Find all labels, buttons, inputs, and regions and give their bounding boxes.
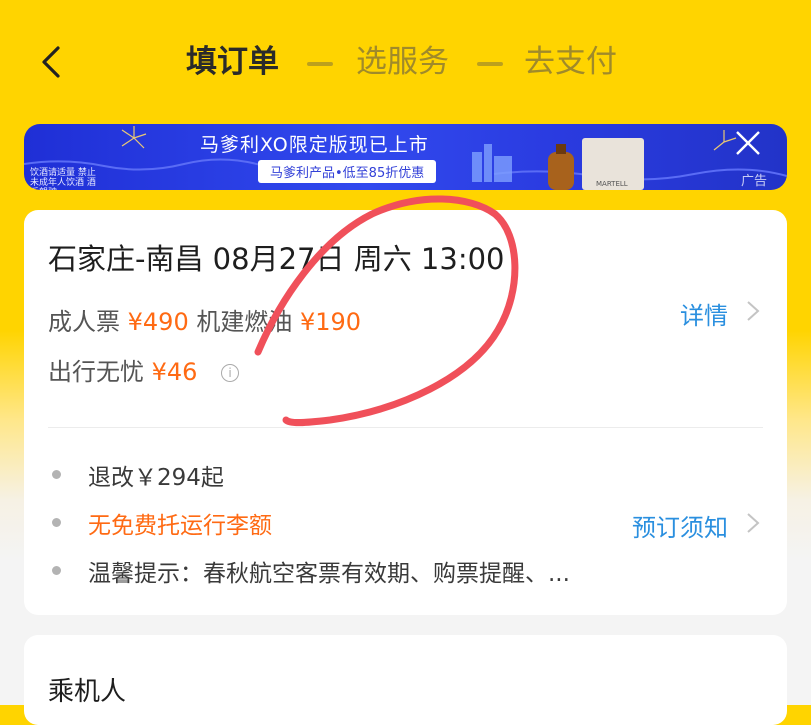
step-separator	[477, 62, 503, 66]
step-payment: 去支付	[524, 44, 617, 80]
flight-route: 石家庄-南昌 08月27日 周六 13:00	[48, 242, 505, 276]
chevron-right-icon[interactable]	[746, 512, 760, 534]
divider	[48, 427, 763, 428]
order-header: 填订单 选服务 去支付	[0, 20, 811, 104]
insurance-price: ¥46	[151, 358, 198, 386]
bullet-dot	[52, 518, 61, 527]
insurance-line: 出行无忧 ¥46 i	[48, 352, 240, 387]
tax-label: 机建燃油	[196, 308, 293, 336]
svg-text:MARTELL: MARTELL	[596, 180, 628, 188]
adult-ticket-label: 成人票	[48, 308, 120, 336]
adult-ticket-price: ¥490	[127, 308, 189, 336]
insurance-label: 出行无忧	[48, 358, 144, 386]
flight-info-card: 石家庄-南昌 08月27日 周六 13:00 成人票 ¥490 机建燃油 ¥19…	[24, 210, 787, 615]
ad-banner[interactable]: 饮酒请适量 禁止未成年人饮酒 酒后驾驶 马爹利XO限定版现已上市 马爹利产品•低…	[24, 124, 787, 190]
travel-tip: 温馨提示：春秋航空客票有效期、购票提醒、...	[88, 561, 570, 587]
step-fill-order: 填订单	[186, 44, 279, 80]
booking-notice-link[interactable]: 预订须知	[632, 508, 728, 543]
back-arrow-icon[interactable]	[34, 42, 74, 82]
detail-link[interactable]: 详情	[680, 296, 728, 331]
banner-promo: 马爹利产品•低至85折优惠	[258, 160, 437, 183]
banner-disclaimer: 饮酒请适量 禁止未成年人饮酒 酒后驾驶	[30, 168, 96, 190]
baggage-info: 无免费托运行李额	[88, 513, 272, 539]
banner-title: 马爹利XO限定版现已上市	[200, 134, 429, 156]
ad-label: 广告	[740, 174, 767, 189]
refund-info: 退改￥294起	[88, 465, 224, 491]
tax-price: ¥190	[300, 308, 362, 336]
close-ad-icon[interactable]	[733, 128, 763, 158]
step-select-service: 选服务	[356, 44, 449, 80]
product-bottle-image: MARTELL	[538, 138, 650, 190]
fare-line: 成人票 ¥490 机建燃油 ¥190	[48, 302, 361, 337]
chevron-right-icon[interactable]	[746, 300, 760, 322]
passenger-card: 乘机人	[24, 635, 787, 725]
passenger-title: 乘机人	[48, 677, 127, 707]
bullet-dot	[52, 470, 61, 479]
bullet-dot	[52, 566, 61, 575]
info-icon[interactable]: i	[221, 364, 240, 382]
step-separator	[307, 62, 333, 66]
